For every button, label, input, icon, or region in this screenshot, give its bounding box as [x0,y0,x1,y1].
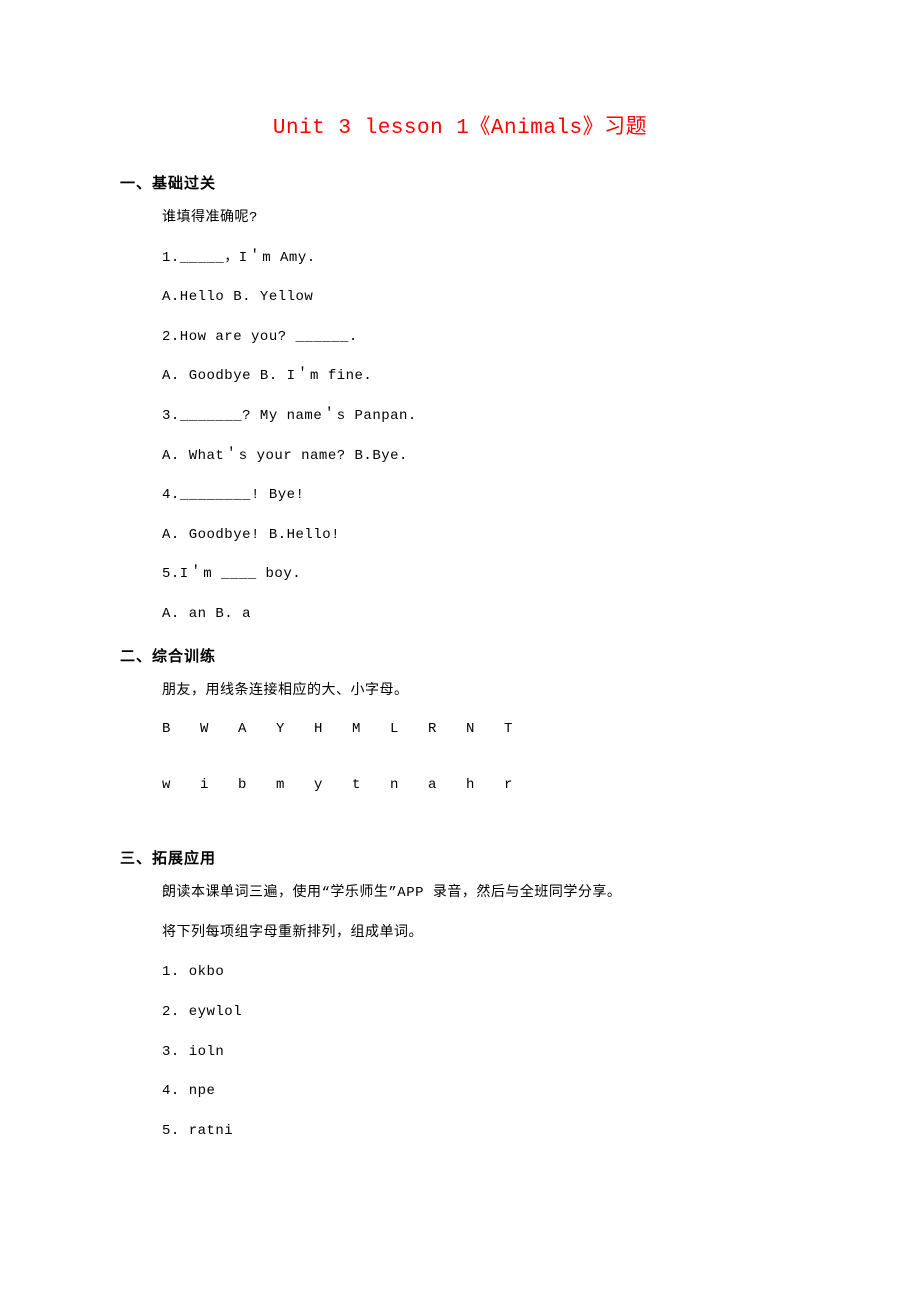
section2-header: 二、综合训练 [120,645,800,666]
upper-letter: T [504,721,542,737]
page-title: Unit 3 lesson 1《Animals》习题 [120,110,800,140]
section3-intro2: 将下列每项组字母重新排列，组成单词。 [162,924,800,944]
q2-text: 2.How are you? ______. [162,328,800,348]
q5-options: A. an B. a [162,605,800,625]
scramble-item: 4. npe [162,1082,800,1102]
q3-options: A. What＇s your name? B.Bye. [162,447,800,467]
q5-text: 5.I＇m ____ boy. [162,565,800,585]
lower-letter: n [390,777,428,793]
section1-header: 一、基础过关 [120,172,800,193]
section1-intro: 谁填得准确呢? [162,209,800,229]
upper-letter: H [314,721,352,737]
lower-letter: i [200,777,238,793]
upper-letter: A [238,721,276,737]
lower-letter: w [162,777,200,793]
q3-text: 3._______? My name＇s Panpan. [162,407,800,427]
upper-letter: M [352,721,390,737]
scramble-item: 2. eywlol [162,1003,800,1023]
q2-options: A. Goodbye B. I＇m fine. [162,367,800,387]
q4-text: 4.________! Bye! [162,486,800,506]
document-page: Unit 3 lesson 1《Animals》习题 一、基础过关 谁填得准确呢… [0,0,920,1221]
lower-letter: t [352,777,390,793]
lower-letter: h [466,777,504,793]
lower-letter: y [314,777,352,793]
q1-options: A.Hello B. Yellow [162,288,800,308]
lower-letters-row: wibmytnahr [162,777,800,793]
scramble-item: 1. okbo [162,963,800,983]
section3-header: 三、拓展应用 [120,847,800,868]
upper-letters-row: BWAYHMLRNT [162,721,800,737]
scramble-item: 3. ioln [162,1043,800,1063]
lower-letter: r [504,777,542,793]
scramble-item: 5. ratni [162,1122,800,1142]
upper-letter: W [200,721,238,737]
upper-letter: B [162,721,200,737]
q1-text: 1._____，I＇m Amy. [162,249,800,269]
section2-intro: 朋友，用线条连接相应的大、小字母。 [162,682,800,702]
upper-letter: Y [276,721,314,737]
upper-letter: R [428,721,466,737]
lower-letter: b [238,777,276,793]
lower-letter: m [276,777,314,793]
upper-letter: L [390,721,428,737]
section3-intro1: 朗读本课单词三遍，使用“学乐师生”APP 录音，然后与全班同学分享。 [162,884,800,904]
q4-options: A. Goodbye! B.Hello! [162,526,800,546]
lower-letter: a [428,777,466,793]
upper-letter: N [466,721,504,737]
